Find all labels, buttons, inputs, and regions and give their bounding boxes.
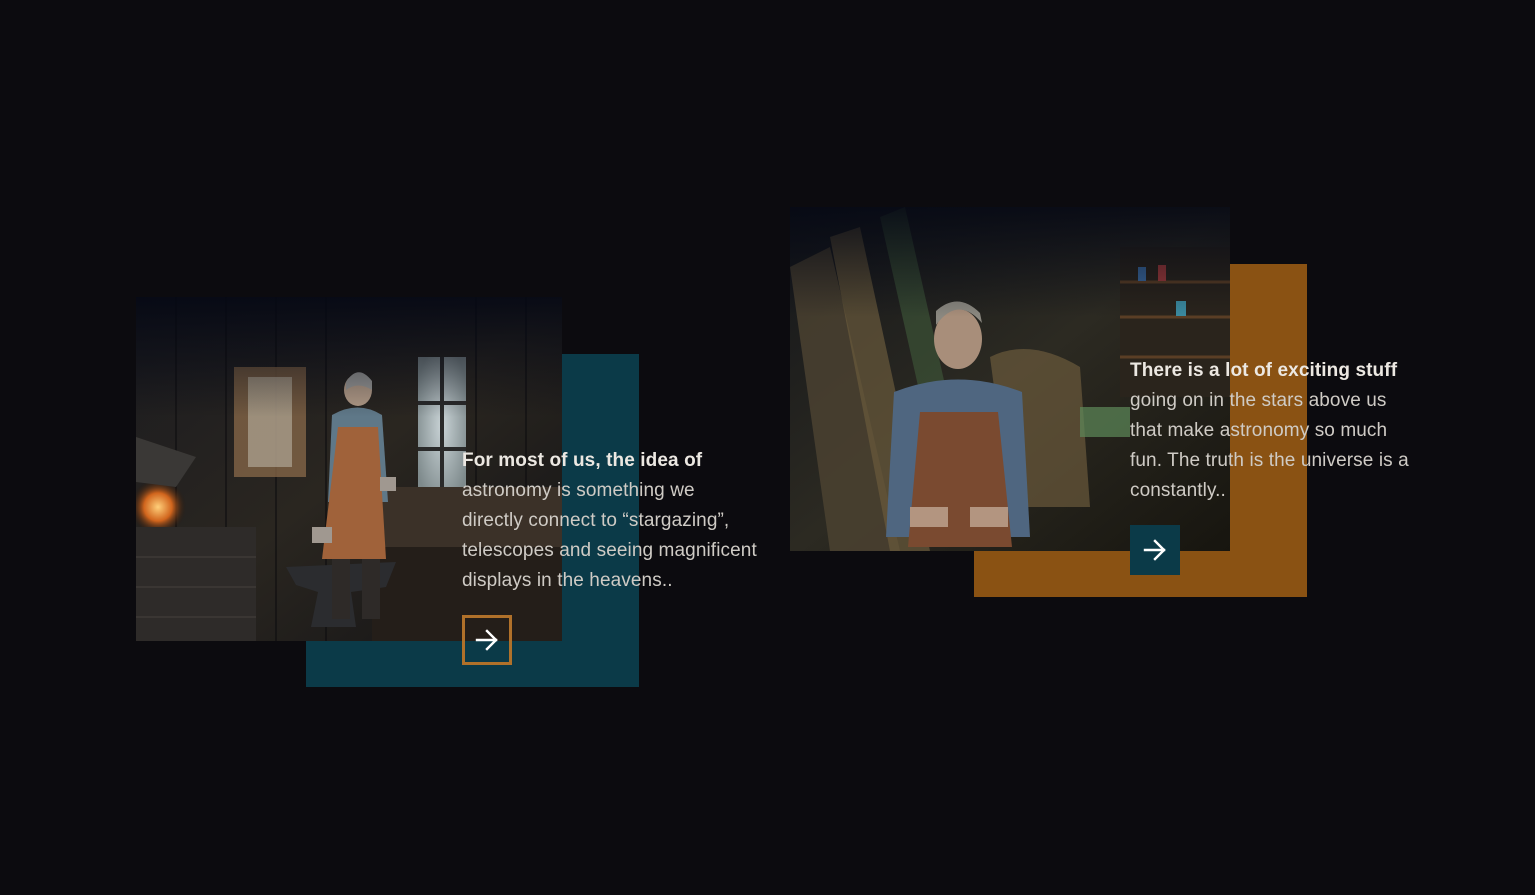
feature-cards-section: For most of us, the idea of astronomy is…: [0, 0, 1535, 895]
card-2-body-line: that make astronomy so much: [1130, 420, 1388, 441]
card-2-read-more-button[interactable]: [1130, 525, 1180, 575]
card-1-body-line: displays in the heavens..: [462, 570, 673, 591]
card-1-read-more-button[interactable]: [462, 615, 512, 665]
card-2-body-line: constantly..: [1130, 480, 1226, 501]
card-1-body-line: astronomy is something we: [462, 480, 695, 501]
card-1-text: For most of us, the idea of astronomy is…: [462, 446, 762, 596]
arrow-right-icon: [1143, 539, 1166, 561]
card-2-body-line: going on in the stars above us: [1130, 390, 1387, 411]
card-2-body-line: fun. The truth is the universe is a: [1130, 450, 1409, 471]
card-2-lead-text: There is a lot of exciting stuff: [1130, 360, 1398, 381]
card-1-lead-text: For most of us, the idea of: [462, 450, 703, 471]
arrow-right-icon: [475, 629, 498, 651]
card-1-body-line: directly connect to “stargazing”,: [462, 510, 730, 531]
card-1-body-line: telescopes and seeing magnificent: [462, 540, 757, 561]
card-2-text: There is a lot of exciting stuff going o…: [1130, 356, 1430, 506]
